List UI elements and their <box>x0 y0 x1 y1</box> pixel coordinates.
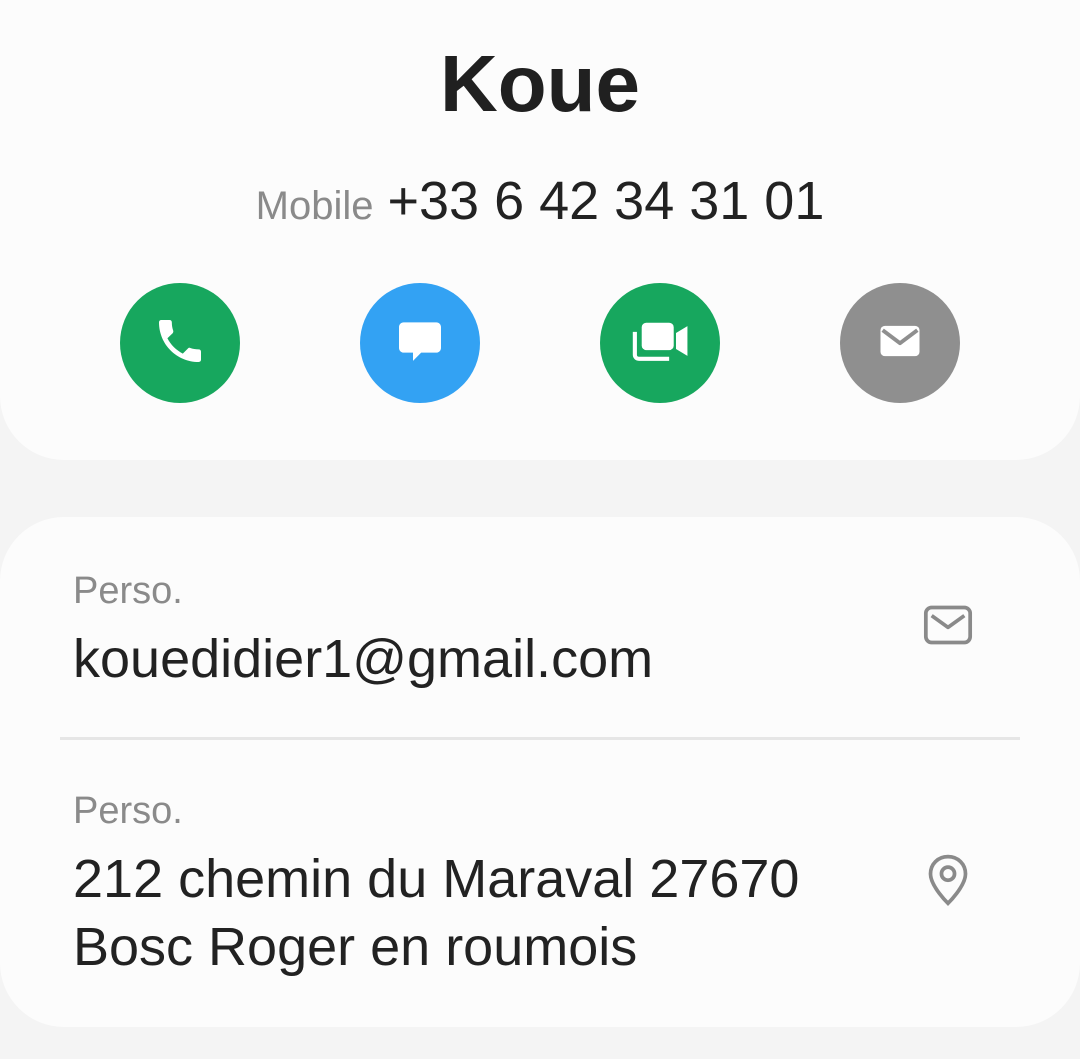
address-line-1: 212 chemin du Maraval 27670 <box>73 849 800 909</box>
video-call-button[interactable] <box>600 283 720 403</box>
mail-outline-icon <box>920 597 976 658</box>
phone-icon <box>152 313 208 374</box>
address-value[interactable]: 212 chemin du Maraval 27670 Bosc Roger e… <box>73 845 893 981</box>
email-send-button[interactable] <box>918 597 978 657</box>
divider <box>60 737 1020 740</box>
phone-type-label: Mobile <box>255 184 374 228</box>
contact-header-card: Koue Mobile +33 6 42 34 31 01 <box>0 0 1080 460</box>
open-map-button[interactable] <box>918 852 978 912</box>
email-value[interactable]: kouedidier1@gmail.com <box>73 625 653 693</box>
message-icon <box>392 313 448 374</box>
phone-number[interactable]: +33 6 42 34 31 01 <box>387 171 824 231</box>
location-pin-icon <box>923 852 973 913</box>
address-type-label: Perso. <box>73 790 183 832</box>
email-type-label: Perso. <box>73 570 183 612</box>
video-icon <box>628 313 692 374</box>
mail-icon <box>874 315 926 372</box>
phone-row[interactable]: Mobile +33 6 42 34 31 01 <box>0 170 1080 232</box>
contact-name: Koue <box>440 39 640 128</box>
address-line-2: Bosc Roger en roumois <box>73 917 638 977</box>
contact-screen: Koue Mobile +33 6 42 34 31 01 Perso. kou… <box>0 0 1080 1059</box>
call-button[interactable] <box>120 283 240 403</box>
message-button[interactable] <box>360 283 480 403</box>
email-button[interactable] <box>840 283 960 403</box>
